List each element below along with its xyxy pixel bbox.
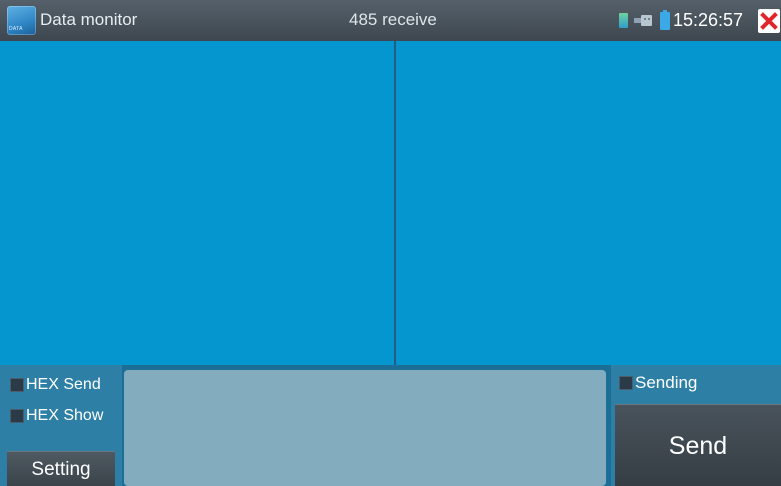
receive-data-pane[interactable]	[0, 41, 394, 365]
sending-label: Sending	[635, 373, 698, 392]
sending-option[interactable]: Sending	[619, 372, 697, 394]
send-data-input[interactable]	[124, 370, 606, 486]
app-title: Data monitor	[40, 10, 138, 29]
send-button[interactable]: Send	[615, 404, 781, 486]
status-clock: 15:26:57	[673, 10, 744, 30]
setting-button[interactable]: Setting	[7, 451, 115, 486]
battery-icon	[660, 10, 670, 30]
hex-show-option[interactable]: HEX Show	[10, 405, 103, 427]
hex-send-option[interactable]: HEX Send	[10, 374, 101, 396]
usb-icon	[634, 13, 653, 27]
app-icon-tag: DATA	[9, 26, 23, 32]
sending-checkbox[interactable]	[619, 376, 633, 390]
title-bar: DATA Data monitor 485 receive 15:26:57	[0, 0, 781, 41]
send-data-pane[interactable]	[396, 41, 781, 365]
hex-show-checkbox[interactable]	[10, 409, 24, 423]
hex-options-panel: HEX Send HEX Show Setting	[0, 365, 122, 486]
data-monitor-app-icon[interactable]: DATA	[7, 6, 36, 35]
close-button[interactable]	[758, 9, 780, 33]
hex-send-checkbox[interactable]	[10, 378, 24, 392]
data-monitor-screen: DATA Data monitor 485 receive 15:26:57 H…	[0, 0, 781, 486]
mode-title: 485 receive	[349, 10, 437, 29]
send-options-panel: Sending Send	[611, 365, 781, 486]
control-panel: HEX Send HEX Show Setting Sending Send	[0, 365, 781, 486]
hex-show-label: HEX Show	[26, 407, 104, 424]
hex-send-label: HEX Send	[26, 376, 101, 393]
close-icon	[760, 12, 778, 30]
sd-card-icon	[619, 13, 628, 28]
